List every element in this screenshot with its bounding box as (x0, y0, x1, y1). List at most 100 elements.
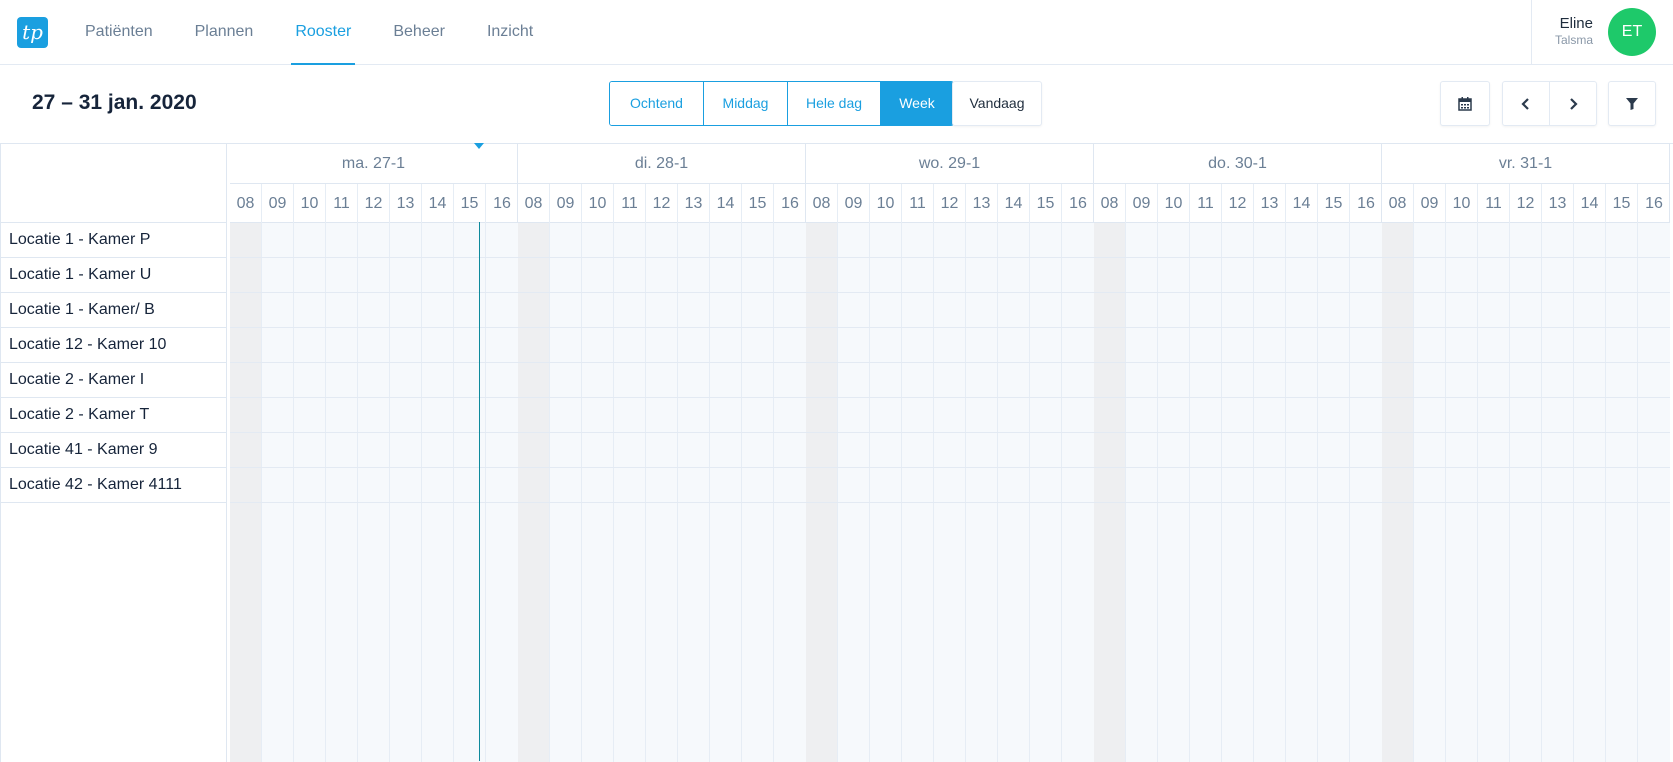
hour-slot-column[interactable] (518, 223, 550, 762)
app-logo[interactable]: tp (17, 17, 48, 48)
hour-slot-column[interactable] (1286, 223, 1318, 762)
hour-slot-column[interactable] (1222, 223, 1254, 762)
row-divider (806, 502, 1094, 503)
hour-label: 11 (1190, 184, 1222, 223)
hour-slot-column[interactable] (1542, 223, 1574, 762)
row-divider (806, 327, 1094, 328)
hour-slot-column[interactable] (710, 223, 742, 762)
hour-slot-column[interactable] (614, 223, 646, 762)
hour-slot-column[interactable] (390, 223, 422, 762)
next-period-button[interactable] (1550, 82, 1597, 125)
day-header[interactable]: ma. 27-1 (230, 144, 517, 184)
room-row[interactable]: Locatie 1 - Kamer/ B (1, 293, 226, 328)
hour-slot-column[interactable] (486, 223, 518, 762)
row-divider (806, 362, 1094, 363)
hour-slot-column[interactable] (838, 223, 870, 762)
hour-slot-column[interactable] (934, 223, 966, 762)
hour-label: 09 (550, 184, 582, 223)
hour-slot-column[interactable] (358, 223, 390, 762)
room-row[interactable]: Locatie 1 - Kamer P (1, 223, 226, 258)
nav-item-beheer[interactable]: Beheer (372, 0, 466, 65)
hour-label: 14 (710, 184, 742, 223)
row-divider (518, 362, 806, 363)
previous-period-button[interactable] (1503, 82, 1550, 125)
hour-slot-column[interactable] (294, 223, 326, 762)
hour-slot-column[interactable] (1094, 223, 1126, 762)
hour-slot-column[interactable] (1574, 223, 1606, 762)
hour-slot-column[interactable] (774, 223, 806, 762)
hour-label: 09 (1126, 184, 1158, 223)
row-divider (806, 292, 1094, 293)
view-week-button[interactable]: Week (881, 82, 953, 125)
nav-item-plannen[interactable]: Plannen (174, 0, 275, 65)
row-divider (230, 362, 518, 363)
chevron-left-icon (1521, 97, 1529, 110)
hour-slot-column[interactable] (902, 223, 934, 762)
hour-slot-column[interactable] (422, 223, 454, 762)
hour-slot-column[interactable] (262, 223, 294, 762)
user-first-name: Eline (1559, 15, 1593, 32)
hour-slot-column[interactable] (1254, 223, 1286, 762)
hour-slot-column[interactable] (1030, 223, 1062, 762)
hour-label: 11 (326, 184, 358, 223)
hour-slot-column[interactable] (230, 223, 262, 762)
hour-slot-column[interactable] (966, 223, 998, 762)
hour-label: 16 (1357, 195, 1375, 212)
user-menu[interactable]: Eline Talsma ET (1531, 0, 1673, 65)
schedule-grid: Locatie 1 - Kamer P Locatie 1 - Kamer U … (0, 143, 1673, 762)
row-divider (1094, 257, 1382, 258)
hour-slot-column[interactable] (646, 223, 678, 762)
hour-slot-column[interactable] (582, 223, 614, 762)
row-divider (1094, 502, 1382, 503)
hour-slot-column[interactable] (1606, 223, 1638, 762)
hour-slot-column[interactable] (1638, 223, 1670, 762)
room-row[interactable]: Locatie 12 - Kamer 10 (1, 328, 226, 363)
calendar-button[interactable] (1440, 81, 1490, 126)
hour-slot-column[interactable] (1446, 223, 1478, 762)
hour-slot-column[interactable] (550, 223, 582, 762)
room-row[interactable]: Locatie 1 - Kamer U (1, 258, 226, 293)
day-header[interactable]: di. 28-1 (518, 144, 805, 184)
room-row[interactable]: Locatie 2 - Kamer T (1, 398, 226, 433)
hour-label: 09 (262, 184, 294, 223)
current-time-marker (474, 143, 484, 149)
day-header[interactable]: vr. 31-1 (1382, 144, 1669, 184)
hour-slot-column[interactable] (1062, 223, 1094, 762)
hour-slot-column[interactable] (1478, 223, 1510, 762)
day-header[interactable]: do. 30-1 (1094, 144, 1381, 184)
hour-slot-column[interactable] (806, 223, 838, 762)
schedule-toolbar: 27 – 31 jan. 2020 Ochtend Middag Hele da… (0, 65, 1673, 143)
hour-slot-column[interactable] (1126, 223, 1158, 762)
filter-button[interactable] (1608, 81, 1656, 126)
hour-label: 11 (902, 184, 934, 223)
view-ochtend-button[interactable]: Ochtend (610, 82, 704, 125)
avatar[interactable]: ET (1608, 8, 1656, 56)
hour-slot-column[interactable] (678, 223, 710, 762)
hour-slot-column[interactable] (326, 223, 358, 762)
row-divider (1382, 432, 1670, 433)
today-button[interactable]: Vandaag (952, 81, 1042, 126)
hour-label: 10 (294, 184, 326, 223)
hour-slot-column[interactable] (998, 223, 1030, 762)
room-row[interactable]: Locatie 41 - Kamer 9 (1, 433, 226, 468)
hour-slot-column[interactable] (742, 223, 774, 762)
room-row[interactable]: Locatie 42 - Kamer 4111 (1, 468, 226, 503)
hour-slot-column[interactable] (1350, 223, 1382, 762)
room-row[interactable]: Locatie 2 - Kamer I (1, 363, 226, 398)
hour-slot-column[interactable] (454, 223, 486, 762)
hour-slot-column[interactable] (870, 223, 902, 762)
hour-slot-column[interactable] (1190, 223, 1222, 762)
hour-slot-column[interactable] (1510, 223, 1542, 762)
nav-item-inzicht[interactable]: Inzicht (466, 0, 554, 65)
day-header[interactable]: wo. 29-1 (806, 144, 1093, 184)
nav-item-rooster[interactable]: Rooster (274, 0, 372, 65)
view-hele-dag-button[interactable]: Hele dag (788, 82, 881, 125)
hour-label: 16 (1645, 195, 1663, 212)
hour-label: 09 (838, 184, 870, 223)
hour-slot-column[interactable] (1414, 223, 1446, 762)
hour-slot-column[interactable] (1382, 223, 1414, 762)
hour-slot-column[interactable] (1318, 223, 1350, 762)
hour-slot-column[interactable] (1158, 223, 1190, 762)
view-middag-button[interactable]: Middag (704, 82, 788, 125)
nav-item-patienten[interactable]: Patiënten (64, 0, 174, 65)
